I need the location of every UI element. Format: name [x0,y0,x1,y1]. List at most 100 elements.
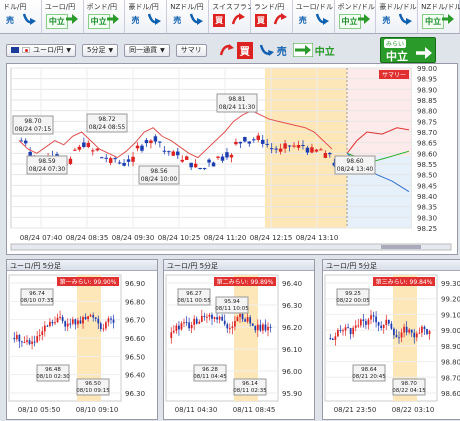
candle-body [225,152,229,158]
callout-price: 98.81 [228,96,245,103]
currency-tab[interactable]: ランド/円買 [250,0,293,33]
candle-body [122,162,126,166]
sell-signal[interactable]: 売 [259,43,287,58]
mini-chart-2: ユーロ/円 5分足 96.40 96.30 96.20 96.10 96.00 95.90… [163,259,315,420]
buy-signal[interactable]: 買 [219,41,253,59]
candle-body [421,326,423,333]
x-tick-label: 08/24 10:25 [158,234,201,242]
currency-tab[interactable]: ユーロ/ドル売 [292,0,335,33]
candle-body [131,156,135,162]
candle-body [23,140,28,144]
candle-body [375,316,377,323]
candle-body [310,147,314,153]
y-tick-label: 96.40 [125,372,145,380]
x-tick-label: 08/11 04:30 [175,406,218,414]
candle-body [274,148,278,150]
currency-tab[interactable]: ポンド/ドル 中立 [334,0,377,33]
y-tick-label: 96.40 [282,280,302,288]
candle-body [198,321,201,324]
candle-body [77,146,82,150]
candle-body [292,145,296,147]
candle-body [259,324,262,331]
similarity-label: 第一みらい: 99.90% [60,278,117,286]
candle-body [56,317,59,323]
candle-body [33,341,36,343]
currency-tab[interactable]: 豪ドル/円売 [125,0,168,33]
x-tick-label: 08/11 08:45 [233,406,276,414]
candle-body [283,143,287,149]
candle-body [349,328,352,335]
forecast-label: みらい [384,39,407,48]
currency-tab[interactable]: ユーロ/円 中立 [41,0,84,33]
candle-body [38,334,41,337]
candle-body [43,325,46,332]
y-tick-label: 98.40 [417,193,437,201]
callout-price: 95.94 [224,299,240,305]
candle-body [140,145,144,151]
currency-tab[interactable]: ドル/円売 [0,0,42,33]
candle-body [249,317,252,324]
candle-body [229,154,234,158]
candle-body [216,156,220,158]
candle-body [342,330,344,332]
candle-body [190,324,193,329]
sell-label: 売 [276,46,287,58]
candle-body [287,145,292,147]
candle-body [380,325,383,329]
y-tick-label: 96.00 [282,368,302,376]
mini-candlestick-chart[interactable]: 96.40 96.30 96.20 96.10 96.00 95.90 08/11 04:3… [164,271,314,419]
y-tick-label: 98.90 [417,86,437,94]
candle-body [256,324,259,331]
y-tick-label: 98.60 [441,390,460,398]
candle-body [89,315,92,317]
candle-body [337,329,339,337]
candle-body [46,325,49,327]
currency-tab[interactable]: スイスフラン/円買 [209,0,263,33]
y-tick-label: 98.60 [417,150,437,158]
callout-time: 08/24 13:40 [337,166,374,173]
candle-body [51,321,54,324]
y-tick-label: 98.85 [417,97,437,105]
chevron-down-icon: ▼ [66,46,71,54]
candle-body [61,316,64,322]
mode-select[interactable]: 同一通貨 ▼ [124,43,170,57]
neutral-signal[interactable]: 中立 [292,43,335,58]
candle-body [207,159,211,163]
callout-price: 98.56 [150,168,167,175]
candle-body [246,317,249,322]
candle-body [99,323,102,329]
down-arrow-icon [399,13,413,25]
candle-body [193,318,196,325]
currency-pair-label: 豪ドル/円 [128,3,159,11]
x-tick-label: 08/22 03:10 [392,406,435,414]
chevron-down-icon: ▼ [108,46,114,54]
currency-tab[interactable]: NZドル/円売 [167,0,210,33]
pair-select[interactable]: ユーロ/円 ▼ [6,43,76,57]
candle-body [211,162,216,167]
candle-body [185,322,188,324]
callout-time: 08/24 10:00 [141,176,178,183]
main-candlestick-chart[interactable]: 99.00 98.95 98.90 98.85 98.80 98.75 98.70 98.65… [7,64,457,254]
currency-tab[interactable]: 豪ドル/ドル売 [376,0,419,33]
neutral-arrow-icon [292,43,313,57]
callout-price: 96.48 [45,367,61,373]
currency-tab[interactable]: NZドル/ドル 中立 [418,0,460,33]
currency-pair-label: NZドル/ドル [421,3,460,11]
candle-body [328,153,332,155]
interval-select[interactable]: 5分足 ▼ [81,43,119,57]
candle-body [377,322,380,326]
mini-candlestick-chart[interactable]: 96.90 96.80 96.70 96.60 96.50 96.40 96.30 08/10… [7,271,157,419]
candle-body [82,316,84,324]
currency-tab[interactable]: ポンド/円 中立 [83,0,126,33]
mini-chart-1: ユーロ/円 5分足 96.90 96.80 96.70 96.60 96.50 96.40… [6,259,158,420]
callout-price: 96.27 [186,291,202,297]
mini-candlestick-chart[interactable]: 99.30 99.20 99.10 99.00 98.90 98.80 98.70 98.60… [323,271,460,419]
summary-button[interactable]: サマリ [175,43,207,57]
candle-body [301,145,305,147]
candle-body [180,323,183,330]
callout-time: 08/11 10:05 [215,306,249,312]
y-tick-label: 98.25 [417,225,437,233]
candle-body [23,341,26,343]
candle-body [206,316,208,318]
candle-body [269,326,272,328]
